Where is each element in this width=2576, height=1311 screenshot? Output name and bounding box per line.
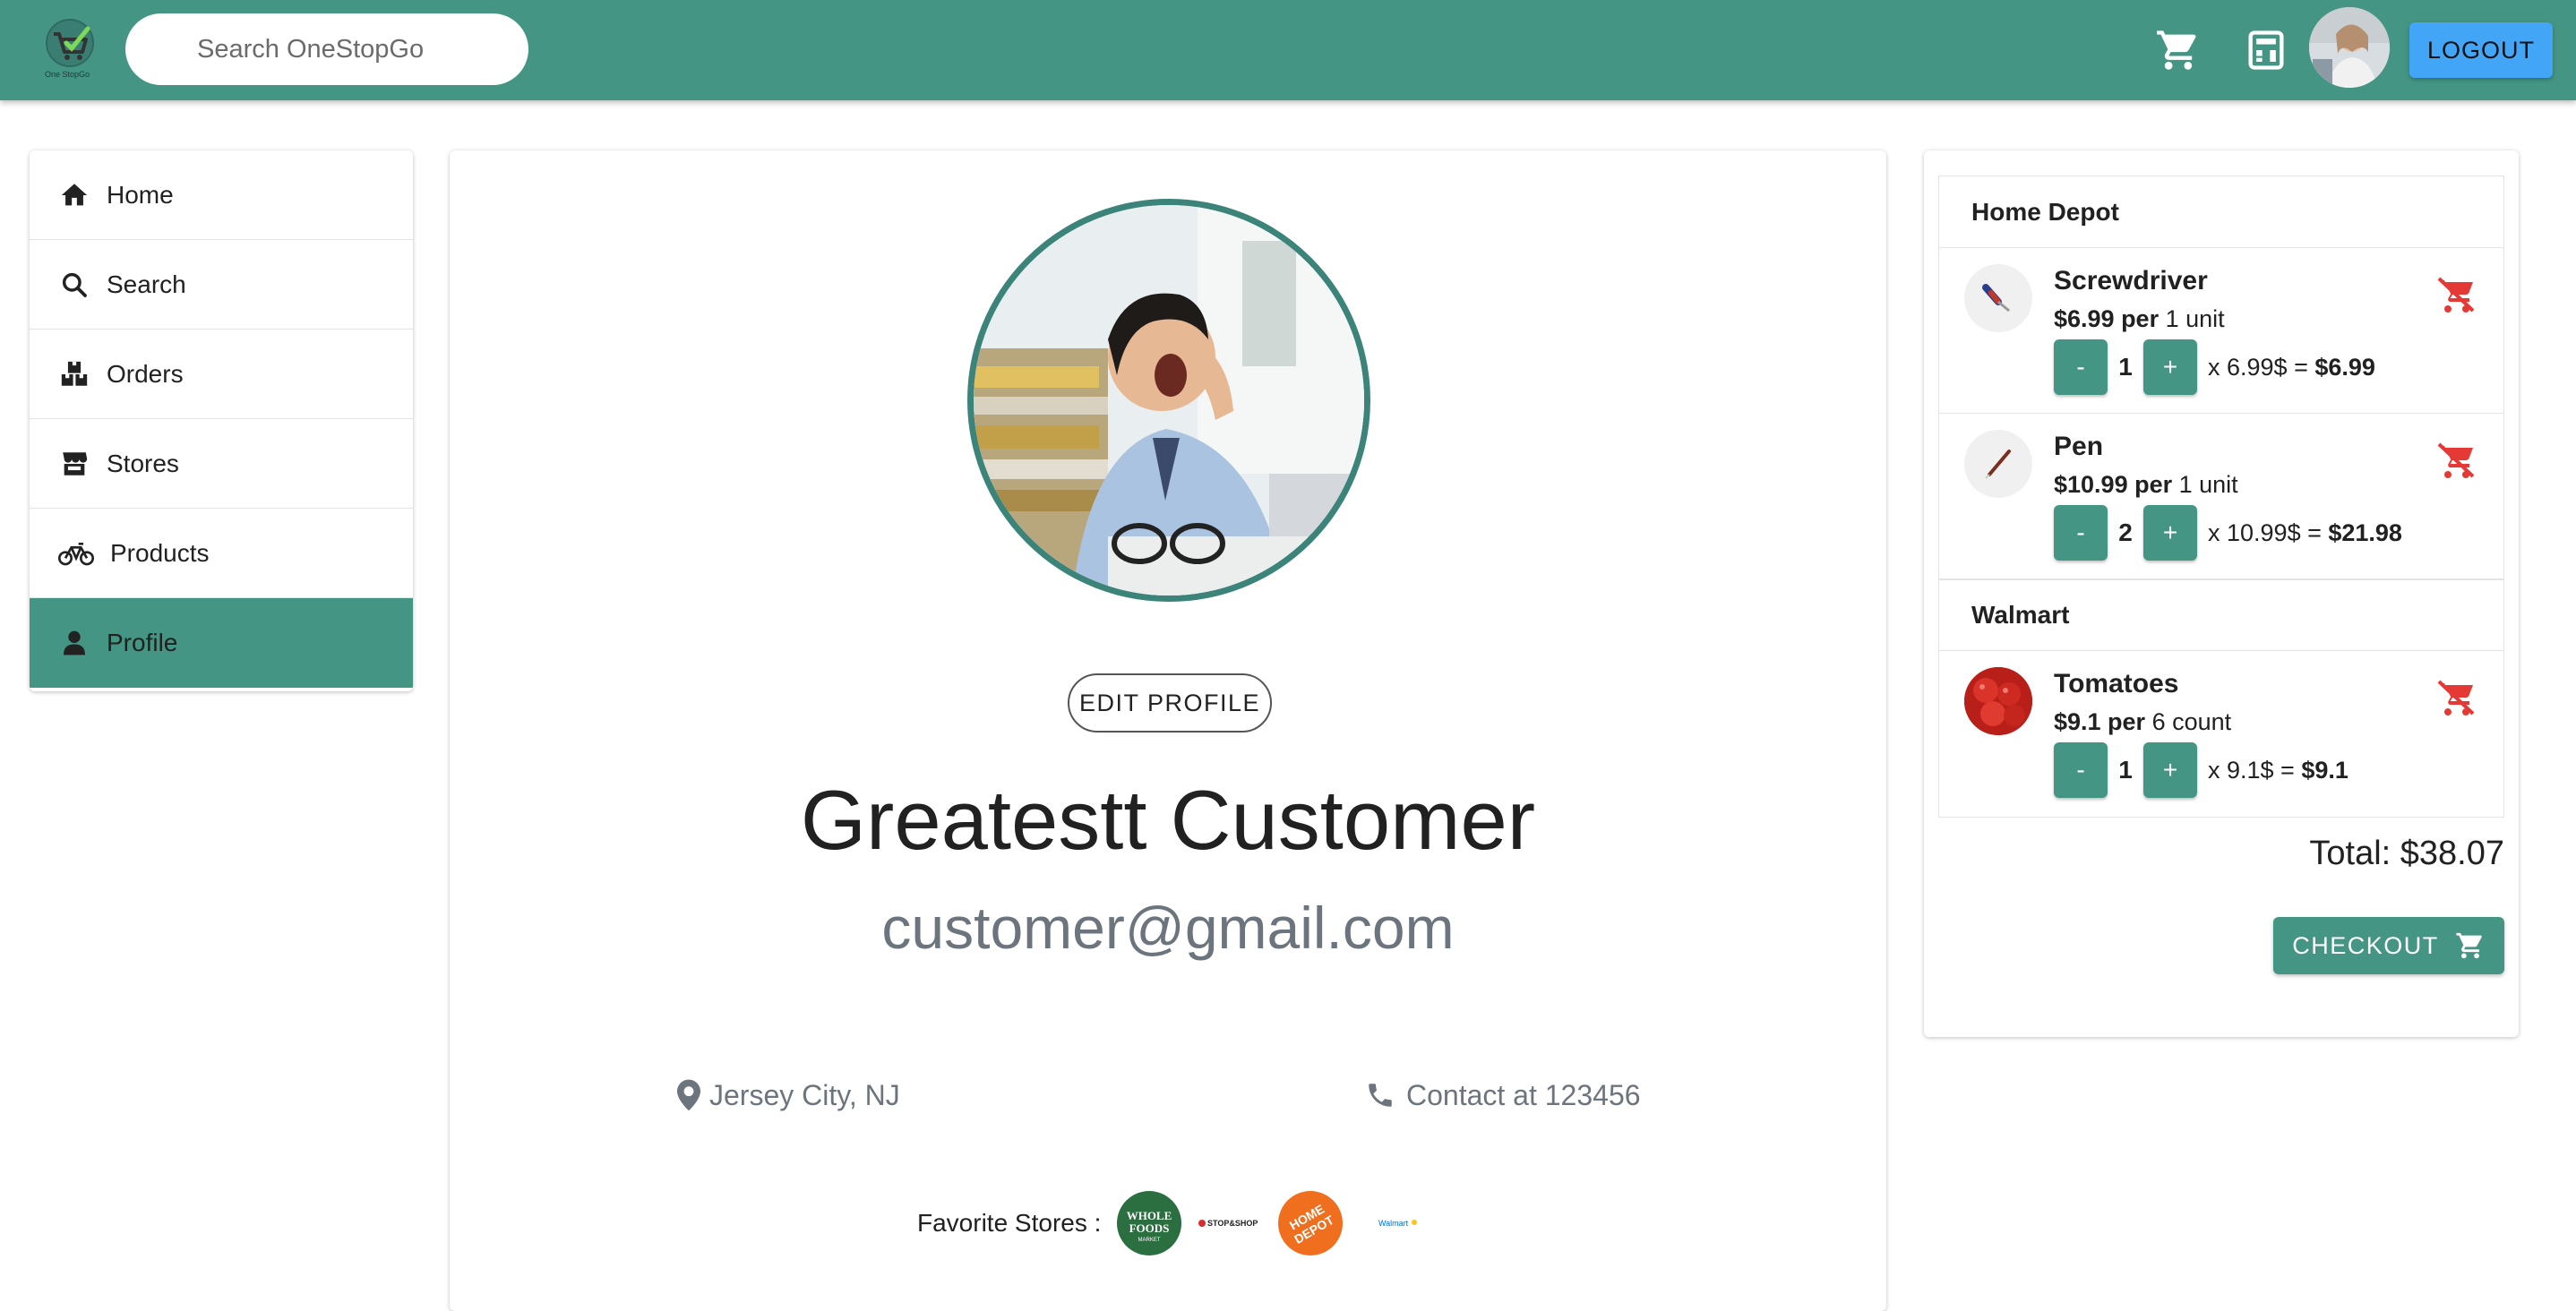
item-price: $9.1 per 6 count	[2054, 708, 2232, 735]
svg-text:STOP&SHOP: STOP&SHOP	[1207, 1219, 1258, 1228]
calculator-icon[interactable]	[2243, 27, 2289, 73]
sidebar-item-profile[interactable]: Profile	[30, 598, 413, 688]
profile-photo	[967, 199, 1370, 602]
profile-name: Greatestt Customer	[800, 773, 1536, 867]
cart-icon	[2456, 932, 2482, 959]
walmart-logo[interactable]: Walmart	[1359, 1191, 1423, 1255]
svg-text:WHOLE: WHOLE	[1127, 1209, 1172, 1222]
search-input[interactable]: Search OneStopGo	[125, 13, 528, 85]
sidebar-item-products[interactable]: Products	[30, 509, 413, 598]
decrement-button[interactable]: -	[2054, 742, 2108, 798]
location-pin-icon	[677, 1079, 700, 1111]
item-name: Tomatoes	[2054, 669, 2179, 698]
quantity-value: 1	[2118, 756, 2133, 784]
svg-text:FOODS: FOODS	[1129, 1221, 1170, 1235]
search-icon	[56, 267, 92, 303]
location-info: Jersey City, NJ	[677, 1073, 900, 1118]
sidebar-item-label: Orders	[107, 359, 184, 388]
contact-info: Contact at 123456	[1365, 1073, 1641, 1118]
item-price: $10.99 per 1 unit	[2054, 471, 2238, 498]
cart-store-header: Walmart	[1939, 579, 2503, 651]
cart-panel: Home Depot Screwdriver $6.99 per 1 unit …	[1924, 150, 2519, 1037]
sidebar-nav: Home Search Orders Stores Products Profi…	[30, 150, 413, 691]
onestopgo-logo[interactable]: One StopGo	[41, 16, 104, 84]
cart-item-tomatoes: Tomatoes $9.1 per 6 count - 1 + x 9.1$ =…	[1939, 651, 2503, 817]
quantity-value: 1	[2118, 353, 2133, 381]
sidebar-item-label: Products	[110, 538, 210, 567]
user-avatar[interactable]	[2309, 7, 2390, 88]
sidebar-item-label: Profile	[107, 629, 178, 656]
svg-text:MARKET: MARKET	[1138, 1238, 1161, 1243]
location-text: Jersey City, NJ	[709, 1078, 900, 1111]
bicycle-icon	[56, 536, 96, 571]
home-depot-logo[interactable]: HOME DEPOT	[1278, 1191, 1344, 1255]
profile-card: EDIT PROFILE Greatestt Customer customer…	[450, 150, 1886, 1311]
checkout-label: CHECKOUT	[2292, 931, 2439, 959]
person-icon	[56, 625, 92, 661]
favorite-stores: Favorite Stores : WHOLE FOODS MARKET STOP&…	[917, 1187, 1439, 1259]
sidebar-item-stores[interactable]: Stores	[30, 419, 413, 509]
quantity-stepper: - 1 + x 9.1$ = $9.1	[2054, 742, 2348, 798]
decrement-button[interactable]: -	[2054, 339, 2108, 395]
quantity-stepper: - 1 + x 6.99$ = $6.99	[2054, 339, 2375, 395]
logout-button[interactable]: LOGOUT	[2409, 22, 2553, 78]
profile-email: customer@gmail.com	[881, 895, 1455, 961]
svg-text:Walmart: Walmart	[1378, 1219, 1409, 1228]
contact-text: Contact at 123456	[1406, 1078, 1641, 1111]
logo-text: One StopGo	[45, 70, 90, 79]
favorite-stores-label: Favorite Stores :	[917, 1209, 1102, 1237]
sidebar-item-orders[interactable]: Orders	[30, 330, 413, 419]
sidebar-item-label: Home	[107, 180, 174, 209]
increment-button[interactable]: +	[2143, 742, 2197, 798]
checkout-button[interactable]: CHECKOUT	[2273, 917, 2504, 974]
quantity-stepper: - 2 + x 10.99$ = $21.98	[2054, 505, 2402, 561]
increment-button[interactable]: +	[2143, 339, 2197, 395]
cart-total: Total: $38.07	[2309, 835, 2504, 872]
remove-from-cart-icon[interactable]	[2435, 273, 2478, 316]
cart-store-header: Home Depot	[1939, 176, 2503, 248]
whole-foods-logo[interactable]: WHOLE FOODS MARKET	[1117, 1191, 1182, 1255]
line-calculation: x 9.1$ = $9.1	[2208, 756, 2348, 784]
increment-button[interactable]: +	[2143, 505, 2197, 561]
orders-icon	[56, 356, 92, 392]
quantity-value: 2	[2118, 518, 2133, 546]
sidebar-item-search[interactable]: Search	[30, 240, 413, 330]
cart-list: Home Depot Screwdriver $6.99 per 1 unit …	[1938, 176, 2504, 818]
pen-thumbnail	[1964, 430, 2032, 498]
item-price: $6.99 per 1 unit	[2054, 305, 2225, 332]
remove-from-cart-icon[interactable]	[2435, 676, 2478, 719]
decrement-button[interactable]: -	[2054, 505, 2108, 561]
sidebar-item-label: Search	[107, 270, 186, 298]
stop-and-shop-logo[interactable]: STOP&SHOP	[1198, 1191, 1262, 1255]
item-name: Screwdriver	[2054, 266, 2208, 296]
remove-from-cart-icon[interactable]	[2435, 439, 2478, 482]
line-calculation: x 6.99$ = $6.99	[2208, 353, 2375, 381]
line-calculation: x 10.99$ = $21.98	[2208, 518, 2402, 546]
store-icon	[56, 446, 92, 482]
home-icon	[56, 177, 92, 213]
screwdriver-thumbnail	[1964, 264, 2032, 332]
sidebar-item-home[interactable]: Home	[30, 150, 413, 240]
cart-item-screwdriver: Screwdriver $6.99 per 1 unit - 1 + x 6.9…	[1939, 248, 2503, 414]
top-app-bar: One StopGo Search OneStopGo LOGOUT	[0, 0, 2576, 100]
tomatoes-thumbnail	[1964, 667, 2032, 735]
cart-item-pen: Pen $10.99 per 1 unit - 2 + x 10.99$ = $…	[1939, 414, 2503, 579]
sidebar-item-label: Stores	[107, 449, 179, 477]
cart-icon[interactable]	[2155, 27, 2202, 73]
item-name: Pen	[2054, 432, 2104, 461]
phone-icon	[1365, 1080, 1395, 1110]
edit-profile-button[interactable]: EDIT PROFILE	[1068, 673, 1272, 733]
